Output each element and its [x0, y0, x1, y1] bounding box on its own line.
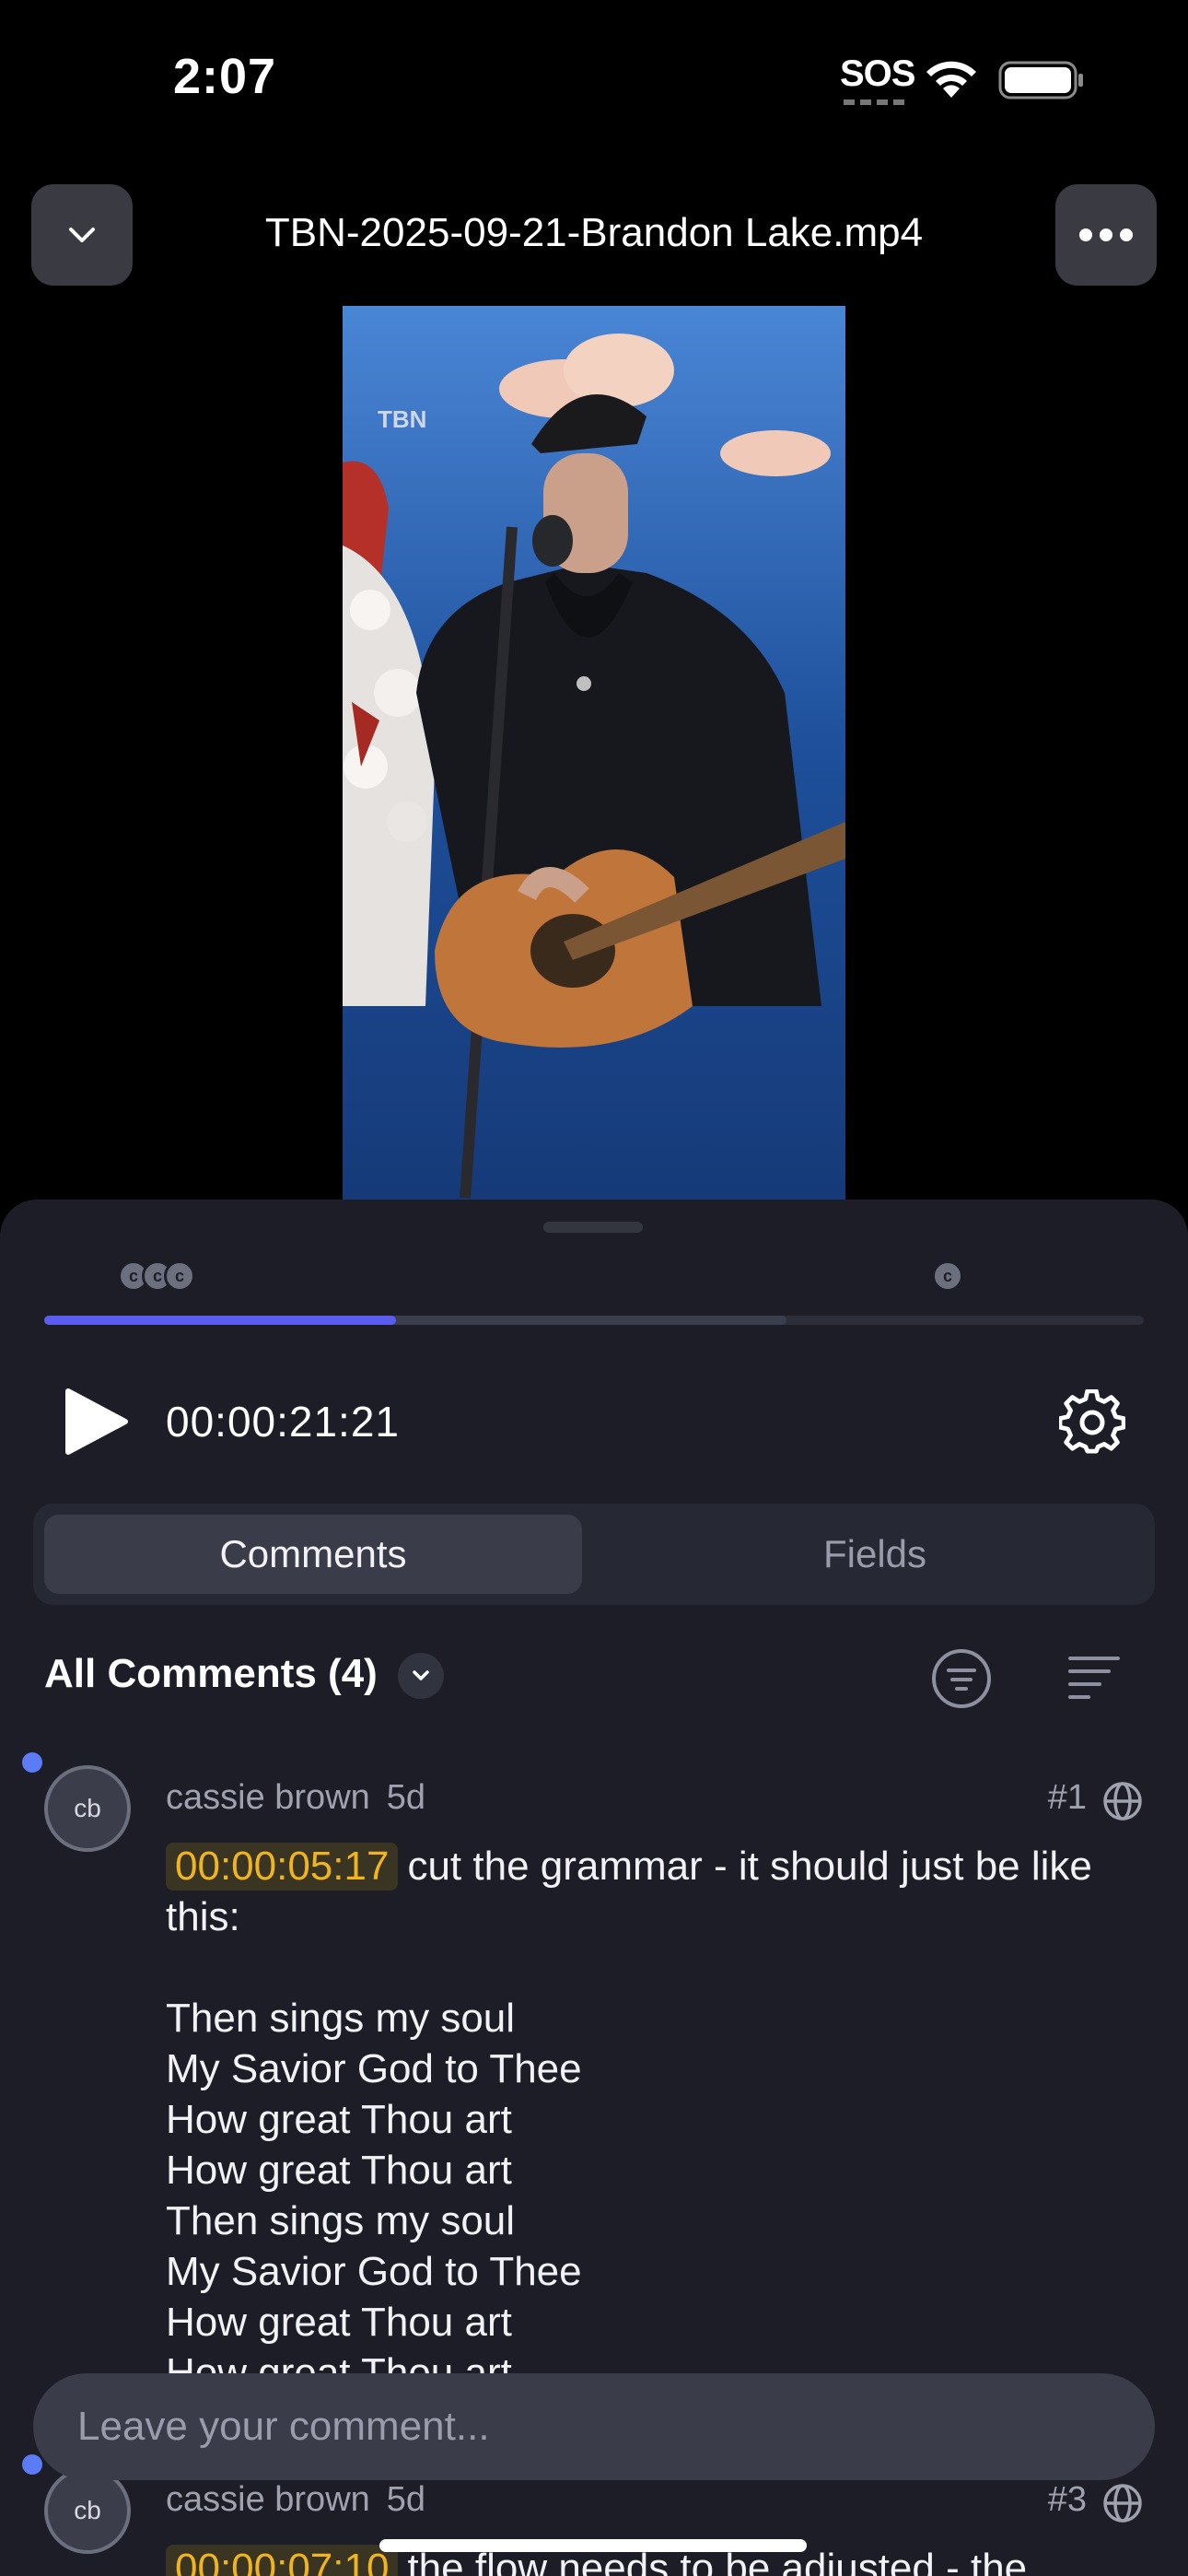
- timeline-comment-marker[interactable]: c: [164, 1260, 195, 1292]
- filter-icon[interactable]: [930, 1647, 993, 1710]
- video-player[interactable]: TBN: [343, 306, 845, 1200]
- comment-input[interactable]: [33, 2373, 1155, 2480]
- comment-author: cassie brown 5d: [166, 1778, 425, 1818]
- comment-author: cassie brown 5d: [166, 2480, 425, 2520]
- timeline-progress: [44, 1316, 397, 1325]
- tab-fields[interactable]: Fields: [606, 1515, 1144, 1594]
- battery-icon: [998, 61, 1083, 100]
- comment-age: 5d: [386, 2480, 426, 2519]
- status-bar: 2:07 SOS: [0, 0, 1188, 157]
- video-frame-image: TBN: [343, 306, 845, 1200]
- avatar: cb: [44, 2467, 131, 2554]
- comment-timestamp[interactable]: 00:00:05:17: [166, 1843, 399, 1891]
- sort-icon[interactable]: [1065, 1651, 1124, 1706]
- more-dots-icon: [1079, 228, 1133, 241]
- globe-icon: [1103, 1782, 1142, 1821]
- comments-dropdown-button[interactable]: [398, 1653, 444, 1699]
- timeline-scrubber[interactable]: [44, 1316, 1144, 1325]
- video-watermark: TBN: [378, 405, 426, 433]
- comment-text: cut the grammar - it should just be like…: [166, 1844, 1092, 2395]
- comment-body: 00:00:05:17 cut the grammar - it should j…: [166, 1841, 1142, 2398]
- comments-filter-title[interactable]: All Comments (4): [44, 1651, 378, 1697]
- more-options-button[interactable]: [1055, 184, 1157, 286]
- avatar: cb: [44, 1765, 131, 1852]
- globe-icon: [1103, 2484, 1142, 2523]
- playback-timecode: 00:00:21:21: [166, 1398, 401, 1446]
- comment-age: 5d: [386, 1778, 426, 1817]
- collapse-button[interactable]: [31, 184, 133, 286]
- wifi-icon: [926, 61, 976, 98]
- file-title: TBN-2025-09-21-Brandon Lake.mp4: [264, 210, 924, 255]
- comment-number: #1: [1047, 1778, 1087, 1817]
- comment-author-name: cassie brown: [166, 1778, 370, 1817]
- comment-input-container: [33, 2373, 1155, 2480]
- comment-timestamp[interactable]: 00:00:07:10: [166, 2545, 399, 2576]
- play-button[interactable]: [59, 1386, 131, 1458]
- tab-comments[interactable]: Comments: [44, 1515, 582, 1594]
- unread-indicator: [22, 1752, 42, 1773]
- comment-author-name: cassie brown: [166, 2480, 370, 2519]
- sheet-grabber[interactable]: [543, 1222, 643, 1233]
- tab-switcher: Comments Fields: [33, 1504, 1155, 1605]
- chevron-down-icon: [69, 228, 95, 242]
- chevron-down-icon: [413, 1670, 429, 1680]
- status-time: 2:07: [173, 49, 277, 104]
- comment-number: #3: [1047, 2480, 1087, 2519]
- settings-gear-icon[interactable]: [1059, 1389, 1125, 1456]
- sos-indicator: SOS: [840, 53, 915, 94]
- signal-dots-icon: [844, 100, 906, 105]
- bottom-sheet: c c c c 00:00:21:21 Comments Fields All …: [0, 1200, 1188, 2576]
- timeline-comment-marker[interactable]: c: [932, 1260, 963, 1292]
- home-indicator[interactable]: [379, 2539, 807, 2552]
